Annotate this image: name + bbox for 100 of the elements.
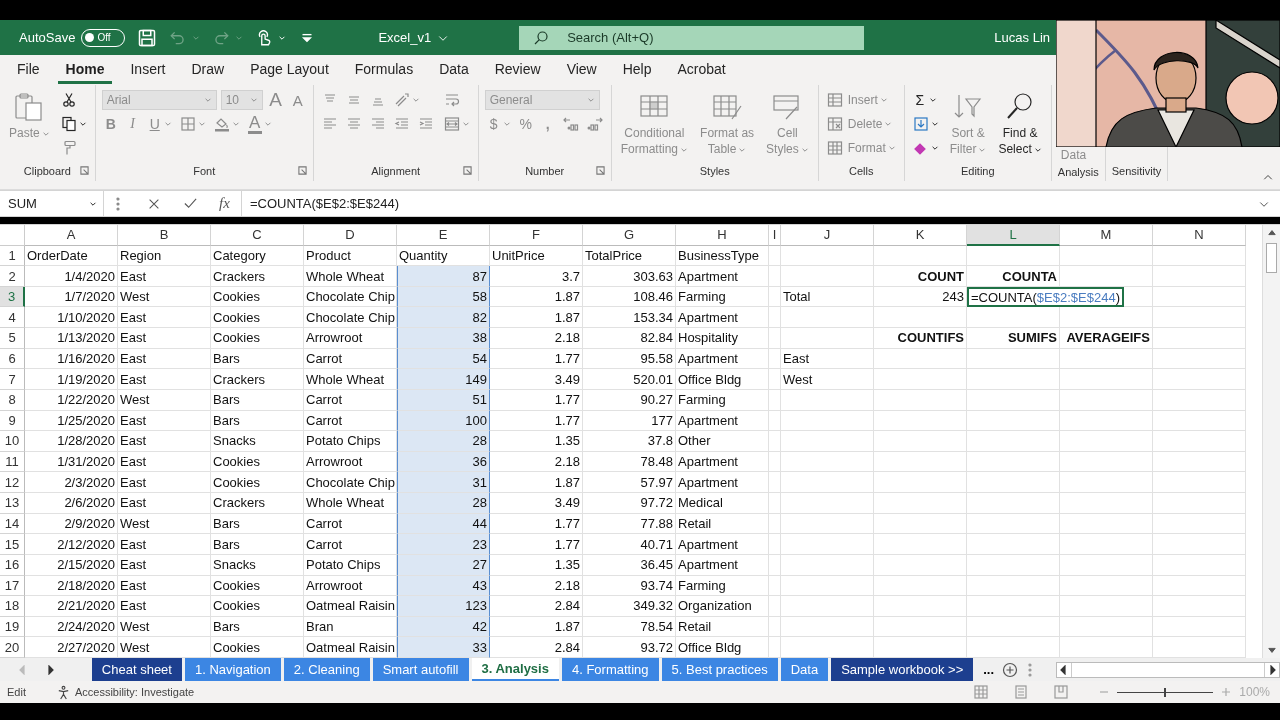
empty-cell[interactable] [1060, 554, 1153, 576]
row-header[interactable]: 15 [0, 534, 25, 555]
table-cell[interactable]: =COUNTA($E$2:$E$244) [967, 286, 1124, 308]
formula-field[interactable]: =COUNTA($E$2:$E$244) [242, 196, 1258, 211]
empty-cell[interactable] [1060, 266, 1153, 287]
empty-cell[interactable] [874, 616, 967, 638]
empty-cell[interactable] [1153, 245, 1246, 267]
empty-cell[interactable] [1153, 616, 1246, 638]
empty-cell[interactable] [1153, 286, 1246, 308]
empty-cell[interactable] [781, 596, 874, 617]
empty-cell[interactable] [769, 348, 781, 370]
empty-cell[interactable] [1060, 575, 1153, 597]
menu-tab[interactable]: Acrobat [669, 56, 734, 84]
empty-cell[interactable] [967, 451, 1060, 473]
empty-cell[interactable] [769, 554, 781, 576]
empty-cell[interactable] [769, 410, 781, 432]
horizontal-scrollbar[interactable] [1056, 661, 1280, 678]
empty-cell[interactable] [874, 554, 967, 576]
empty-cell[interactable] [967, 431, 1060, 452]
accessibility-button[interactable]: Accessibility: Investigate [55, 684, 195, 700]
dialog-launcher-button[interactable] [462, 166, 472, 175]
search-field[interactable]: Search (Alt+Q) [519, 25, 865, 50]
page-break-button[interactable] [1053, 684, 1070, 700]
scrollbar-thumb[interactable] [1266, 243, 1277, 273]
menu-tab[interactable]: Help [614, 56, 660, 84]
row-header[interactable]: 8 [0, 389, 25, 411]
row-header[interactable]: 12 [0, 472, 25, 494]
page-layout-button[interactable] [1013, 684, 1030, 700]
empty-cell[interactable] [1060, 534, 1153, 555]
column-header[interactable]: I [769, 225, 781, 246]
empty-cell[interactable] [967, 369, 1060, 390]
empty-cell[interactable] [781, 472, 874, 494]
row-header[interactable]: 5 [0, 328, 25, 349]
column-header[interactable]: B [118, 225, 211, 246]
row-header[interactable]: 19 [0, 616, 25, 638]
empty-cell[interactable] [1153, 554, 1246, 576]
add-sheet-button[interactable] [1002, 661, 1019, 678]
empty-cell[interactable] [769, 307, 781, 329]
empty-cell[interactable] [967, 493, 1060, 514]
menu-tab[interactable]: Draw [183, 56, 233, 84]
empty-cell[interactable] [1153, 369, 1246, 390]
ribbon-button[interactable]: Find & Select [995, 89, 1045, 157]
empty-cell[interactable] [1153, 451, 1246, 473]
empty-cell[interactable] [1060, 596, 1153, 617]
row-header[interactable]: 20 [0, 637, 25, 658]
menu-tab[interactable]: File [9, 56, 48, 84]
row-header[interactable]: 11 [0, 451, 25, 473]
sheet-tab[interactable]: Data [780, 658, 829, 681]
row-header[interactable]: 7 [0, 369, 25, 390]
empty-cell[interactable] [769, 637, 781, 658]
row-header[interactable]: 13 [0, 493, 25, 514]
column-header[interactable]: N [1153, 225, 1246, 246]
empty-cell[interactable] [769, 245, 781, 267]
empty-cell[interactable] [769, 596, 781, 617]
row-header[interactable]: 10 [0, 431, 25, 452]
empty-cell[interactable] [769, 266, 781, 287]
empty-cell[interactable] [1060, 493, 1153, 514]
empty-cell[interactable] [781, 307, 874, 329]
empty-cell[interactable] [874, 451, 967, 473]
empty-cell[interactable] [1060, 307, 1153, 329]
sheet-tab[interactable]: Cheat sheet [91, 658, 182, 681]
empty-cell[interactable] [1060, 472, 1153, 494]
column-header[interactable]: A [25, 225, 118, 246]
empty-cell[interactable] [1153, 348, 1246, 370]
empty-cell[interactable] [874, 575, 967, 597]
menu-tab[interactable]: Insert [122, 56, 174, 84]
row-header[interactable]: 18 [0, 596, 25, 617]
empty-cell[interactable] [874, 307, 967, 329]
empty-cell[interactable] [769, 369, 781, 390]
empty-cell[interactable] [781, 245, 874, 267]
empty-cell[interactable] [1060, 637, 1153, 658]
column-header[interactable]: E [397, 225, 490, 246]
save-button[interactable] [137, 27, 158, 48]
zoom-in-button[interactable] [1221, 687, 1232, 697]
empty-cell[interactable] [769, 451, 781, 473]
dialog-launcher-button[interactable] [79, 166, 89, 175]
empty-cell[interactable] [769, 616, 781, 638]
empty-cell[interactable] [781, 389, 874, 411]
row-header[interactable]: 9 [0, 410, 25, 432]
empty-cell[interactable] [874, 369, 967, 390]
dialog-launcher-button[interactable] [297, 166, 307, 175]
column-header[interactable]: F [490, 225, 583, 246]
empty-cell[interactable] [1060, 410, 1153, 432]
empty-cell[interactable] [967, 513, 1060, 535]
empty-cell[interactable] [769, 286, 781, 308]
sheet-tab[interactable]: Sample workbook >> [831, 658, 974, 681]
ribbon-button[interactable]: Σ [910, 89, 939, 111]
empty-cell[interactable] [1153, 307, 1246, 329]
sheet-tab[interactable]: Smart autofill [372, 658, 469, 681]
empty-cell[interactable] [769, 389, 781, 411]
column-header[interactable]: M [1060, 225, 1153, 246]
empty-cell[interactable] [781, 534, 874, 555]
select-all-button[interactable] [0, 225, 25, 246]
empty-cell[interactable] [781, 575, 874, 597]
empty-cell[interactable] [1153, 410, 1246, 432]
empty-cell[interactable] [1153, 596, 1246, 617]
empty-cell[interactable] [1153, 575, 1246, 597]
empty-cell[interactable] [967, 637, 1060, 658]
empty-cell[interactable] [769, 493, 781, 514]
empty-cell[interactable] [967, 596, 1060, 617]
